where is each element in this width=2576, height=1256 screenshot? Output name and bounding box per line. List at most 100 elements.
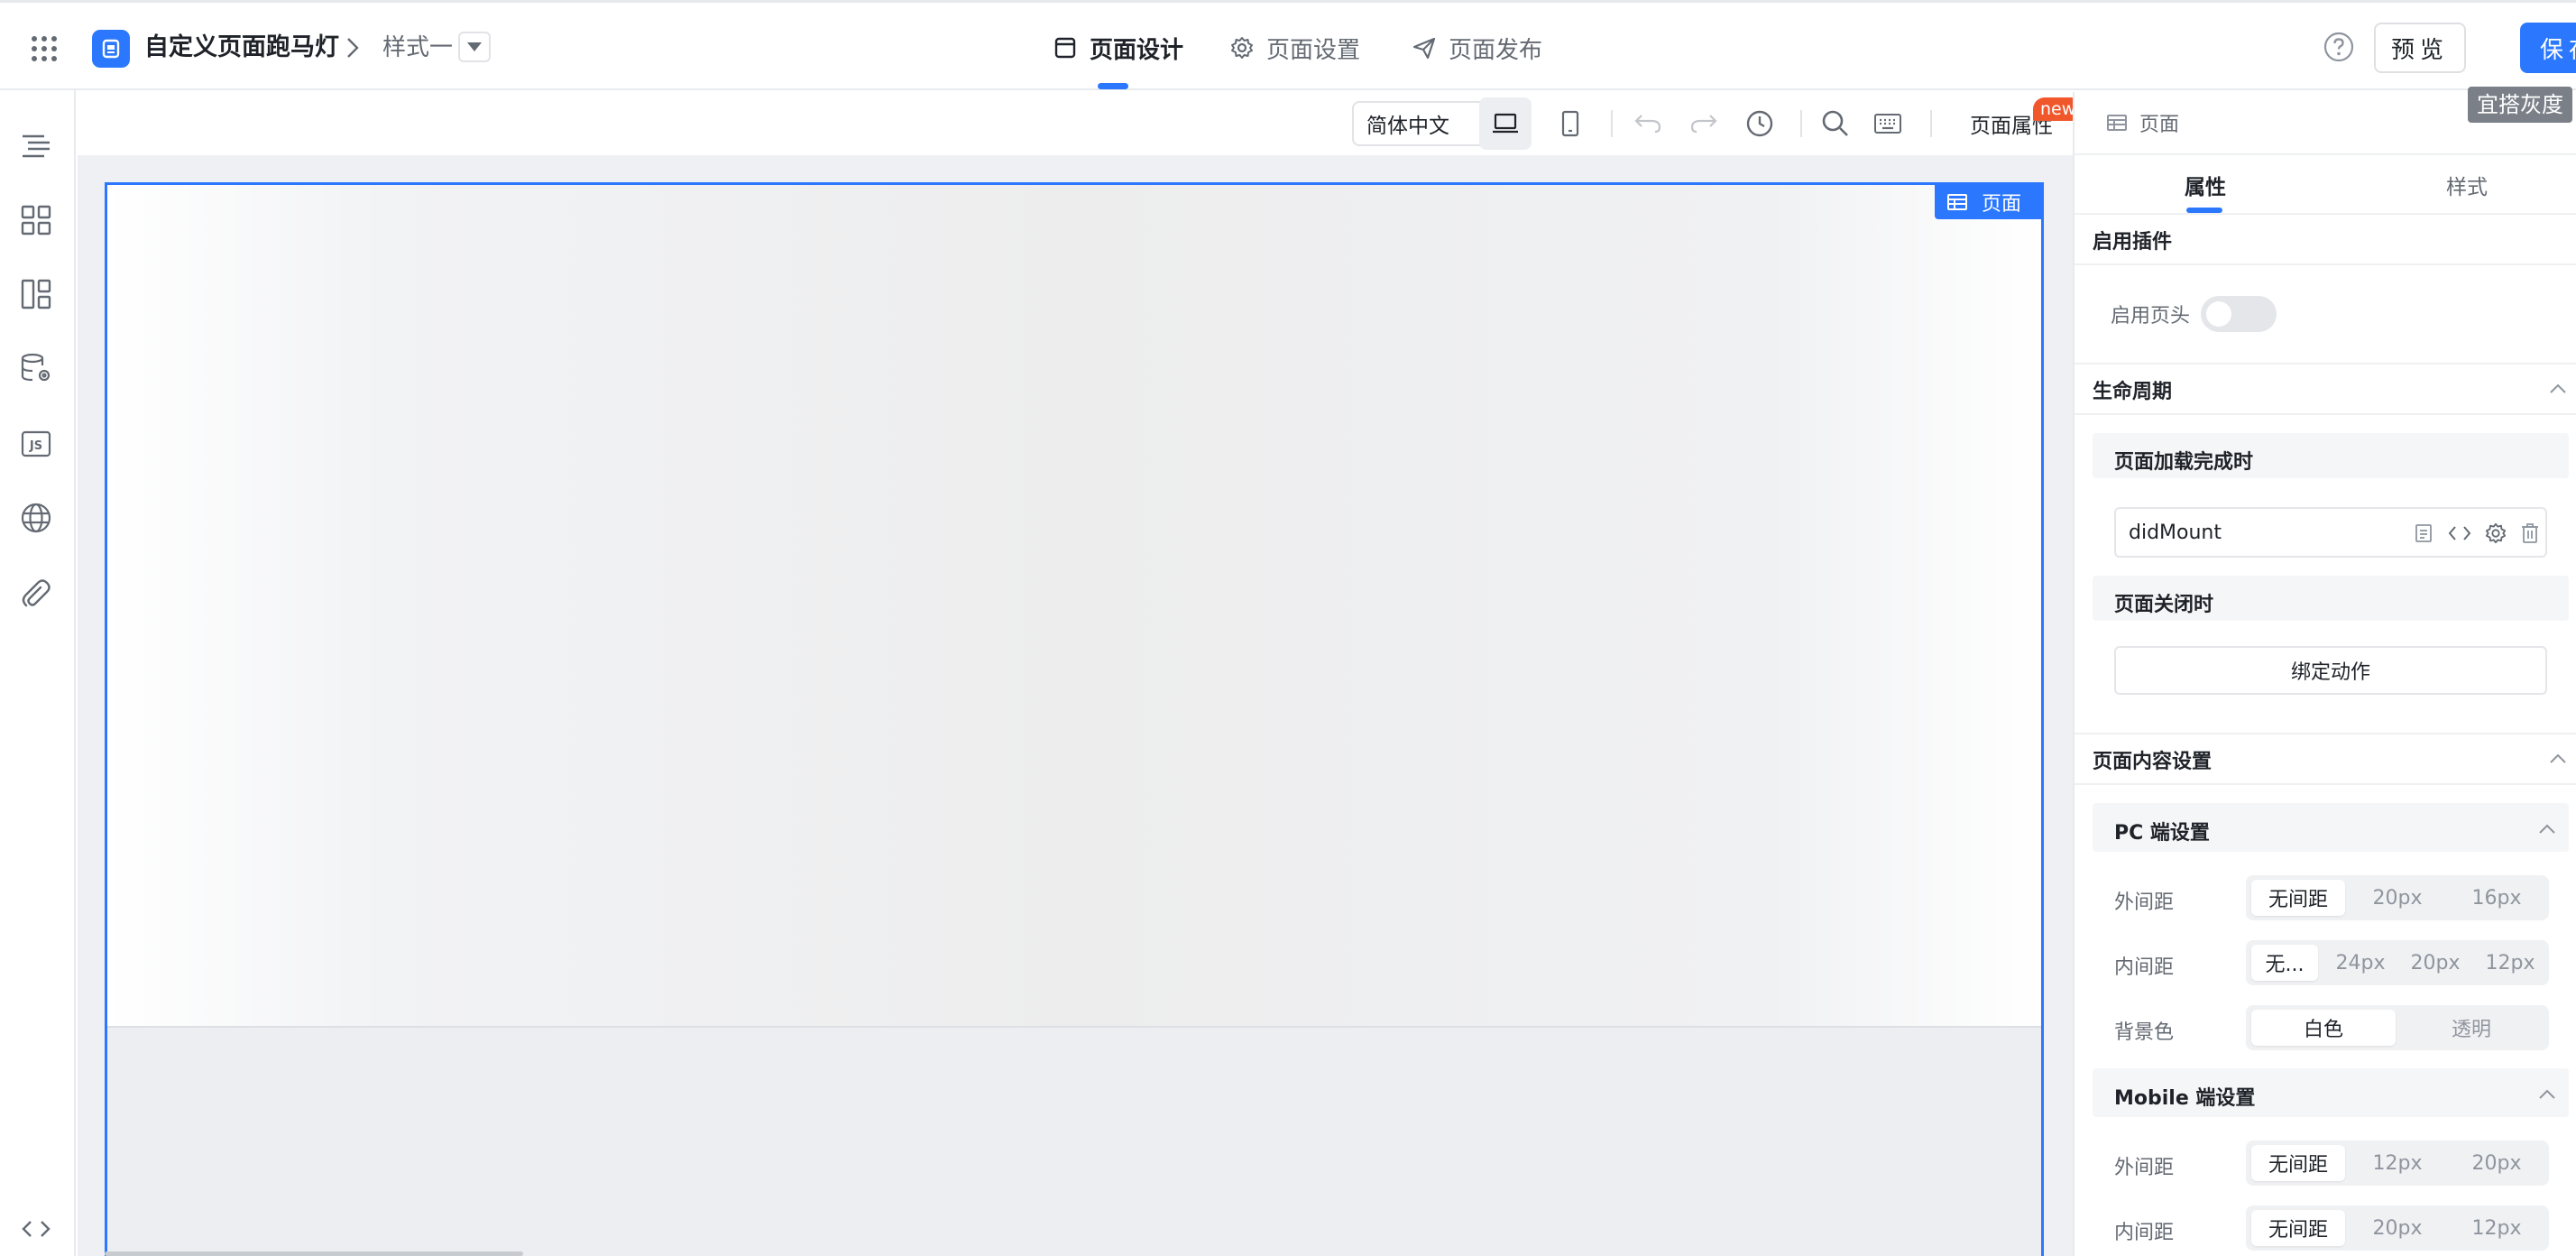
- chevron-right-icon: [347, 38, 359, 58]
- mobile-padding-label: 内间距: [2114, 1222, 2175, 1244]
- enable-header-toggle[interactable]: [2201, 296, 2277, 332]
- toolbar-divider: [1800, 110, 1802, 137]
- shortcuts-button[interactable]: [1862, 97, 1914, 150]
- breadcrumb-style[interactable]: 样式一: [382, 32, 453, 64]
- chevron-up-icon[interactable]: [2549, 383, 2567, 395]
- seg-option[interactable]: 16px: [2450, 880, 2544, 916]
- on-close-title: 页面关闭时: [2114, 594, 2214, 616]
- divider: [2075, 213, 2576, 215]
- outline-icon[interactable]: [18, 128, 54, 164]
- code-icon[interactable]: [18, 1211, 54, 1247]
- seg-option[interactable]: 无...: [2251, 945, 2318, 981]
- did-mount-handler[interactable]: didMount: [2114, 507, 2547, 558]
- trash-icon[interactable]: [2518, 522, 2542, 545]
- toggle-knob: [2206, 301, 2231, 327]
- layout-icon[interactable]: [18, 276, 54, 312]
- redo-button[interactable]: [1678, 97, 1730, 150]
- section-content-title[interactable]: 页面内容设置: [2093, 745, 2212, 774]
- canvas-marquee-placeholder[interactable]: [107, 185, 2041, 1028]
- table-icon: [1946, 194, 1967, 210]
- history-button[interactable]: [1734, 97, 1786, 150]
- chevron-up-icon[interactable]: [2538, 1088, 2556, 1101]
- chevron-up-icon[interactable]: [2538, 823, 2556, 836]
- horizontal-scrollbar[interactable]: [105, 1251, 523, 1256]
- pc-background-label: 背景色: [2114, 1021, 2175, 1044]
- seg-option[interactable]: 24px: [2325, 945, 2396, 981]
- undo-icon: [1634, 115, 1661, 134]
- seg-option[interactable]: 20px: [2351, 880, 2444, 916]
- divider: [2075, 263, 2576, 265]
- gear-icon: [1231, 37, 1253, 59]
- pc-margin-label: 外间距: [2114, 891, 2175, 914]
- search-button[interactable]: [1809, 97, 1862, 150]
- seg-option[interactable]: 白色: [2251, 1010, 2396, 1046]
- page-selection-tag[interactable]: 页面: [1934, 185, 2041, 219]
- history-icon: [1746, 110, 1773, 137]
- seg-option[interactable]: 透明: [2399, 1010, 2544, 1046]
- redo-icon: [1690, 115, 1717, 134]
- send-icon: [1412, 37, 1436, 60]
- globe-icon[interactable]: [18, 500, 54, 536]
- apps-grid-icon[interactable]: [31, 35, 58, 62]
- table-icon: [2107, 115, 2127, 131]
- seg-option[interactable]: 无间距: [2251, 1210, 2345, 1246]
- help-icon[interactable]: [2323, 32, 2354, 62]
- panel-title: 页面: [2139, 114, 2180, 136]
- attachment-icon[interactable]: [18, 576, 54, 612]
- pc-padding-label: 内间距: [2114, 956, 2175, 979]
- save-button[interactable]: 保存: [2520, 23, 2576, 73]
- document-icon[interactable]: [2412, 522, 2435, 545]
- app-logo-icon: [92, 30, 130, 68]
- mobile-margin-segmented: 无间距 12px 20px: [2246, 1141, 2549, 1186]
- tab-styles[interactable]: 样式: [2446, 170, 2488, 200]
- mobile-margin-label: 外间距: [2114, 1157, 2175, 1179]
- seg-option[interactable]: 12px: [2351, 1145, 2444, 1181]
- mobile-settings-title[interactable]: Mobile 端设置: [2114, 1082, 2255, 1111]
- code-icon[interactable]: [2448, 522, 2471, 545]
- seg-option[interactable]: 无间距: [2251, 1145, 2345, 1181]
- caret-down-icon: [467, 42, 482, 51]
- seg-option[interactable]: 20px: [2351, 1210, 2444, 1246]
- pc-settings-title[interactable]: PC 端设置: [2114, 817, 2210, 845]
- chevron-up-icon[interactable]: [2549, 753, 2567, 765]
- js-icon[interactable]: JS: [18, 426, 54, 462]
- tab-label: 页面设计: [1090, 36, 1184, 64]
- pc-margin-segmented: 无间距 20px 16px: [2246, 875, 2549, 920]
- mobile-view-button[interactable]: [1544, 97, 1596, 150]
- gear-icon[interactable]: [2484, 522, 2507, 545]
- tab-label: 页面设置: [1266, 36, 1361, 64]
- design-canvas: 页面: [78, 155, 2073, 1256]
- divider: [2075, 733, 2576, 734]
- seg-option[interactable]: 20px: [2450, 1145, 2544, 1181]
- divider: [2075, 363, 2576, 365]
- seg-option[interactable]: 12px: [2450, 1210, 2544, 1246]
- language-value: 简体中文: [1366, 115, 1449, 138]
- left-rail: JS: [0, 90, 76, 1256]
- canvas-page-frame[interactable]: 页面: [105, 182, 2044, 1256]
- preview-button[interactable]: 预览: [2374, 23, 2466, 73]
- undo-button[interactable]: [1622, 97, 1674, 150]
- seg-option[interactable]: 12px: [2475, 945, 2545, 981]
- app-title[interactable]: 自定义页面跑马灯: [144, 32, 339, 64]
- tab-properties[interactable]: 属性: [2185, 170, 2226, 200]
- page-tag-label: 页面: [1981, 193, 2021, 216]
- on-load-title: 页面加载完成时: [2114, 451, 2254, 474]
- tab-label: 页面发布: [1449, 36, 1543, 64]
- section-lifecycle-title[interactable]: 生命周期: [2093, 375, 2172, 404]
- seg-option[interactable]: 20px: [2399, 945, 2471, 981]
- desktop-view-button[interactable]: [1479, 97, 1532, 150]
- style-dropdown-button[interactable]: [458, 32, 491, 62]
- gray-release-tag: 宜搭灰度: [2468, 87, 2572, 123]
- components-icon[interactable]: [18, 202, 54, 238]
- bind-action-button[interactable]: 绑定动作: [2114, 646, 2547, 695]
- tab-page-design[interactable]: 页面设计: [1053, 30, 1183, 66]
- pc-background-segmented: 白色 透明: [2246, 1005, 2549, 1050]
- tab-page-publish[interactable]: 页面发布: [1412, 30, 1542, 66]
- canvas-toolbar: 简体中文 页面属性 new: [78, 92, 2084, 155]
- tab-page-settings[interactable]: 页面设置: [1230, 30, 1360, 66]
- seg-option[interactable]: 无间距: [2251, 880, 2345, 916]
- layout-icon: [1054, 37, 1076, 59]
- panel-breadcrumb: 页面: [2107, 108, 2179, 137]
- keyboard-icon: [1874, 114, 1901, 134]
- datasource-icon[interactable]: [18, 350, 54, 386]
